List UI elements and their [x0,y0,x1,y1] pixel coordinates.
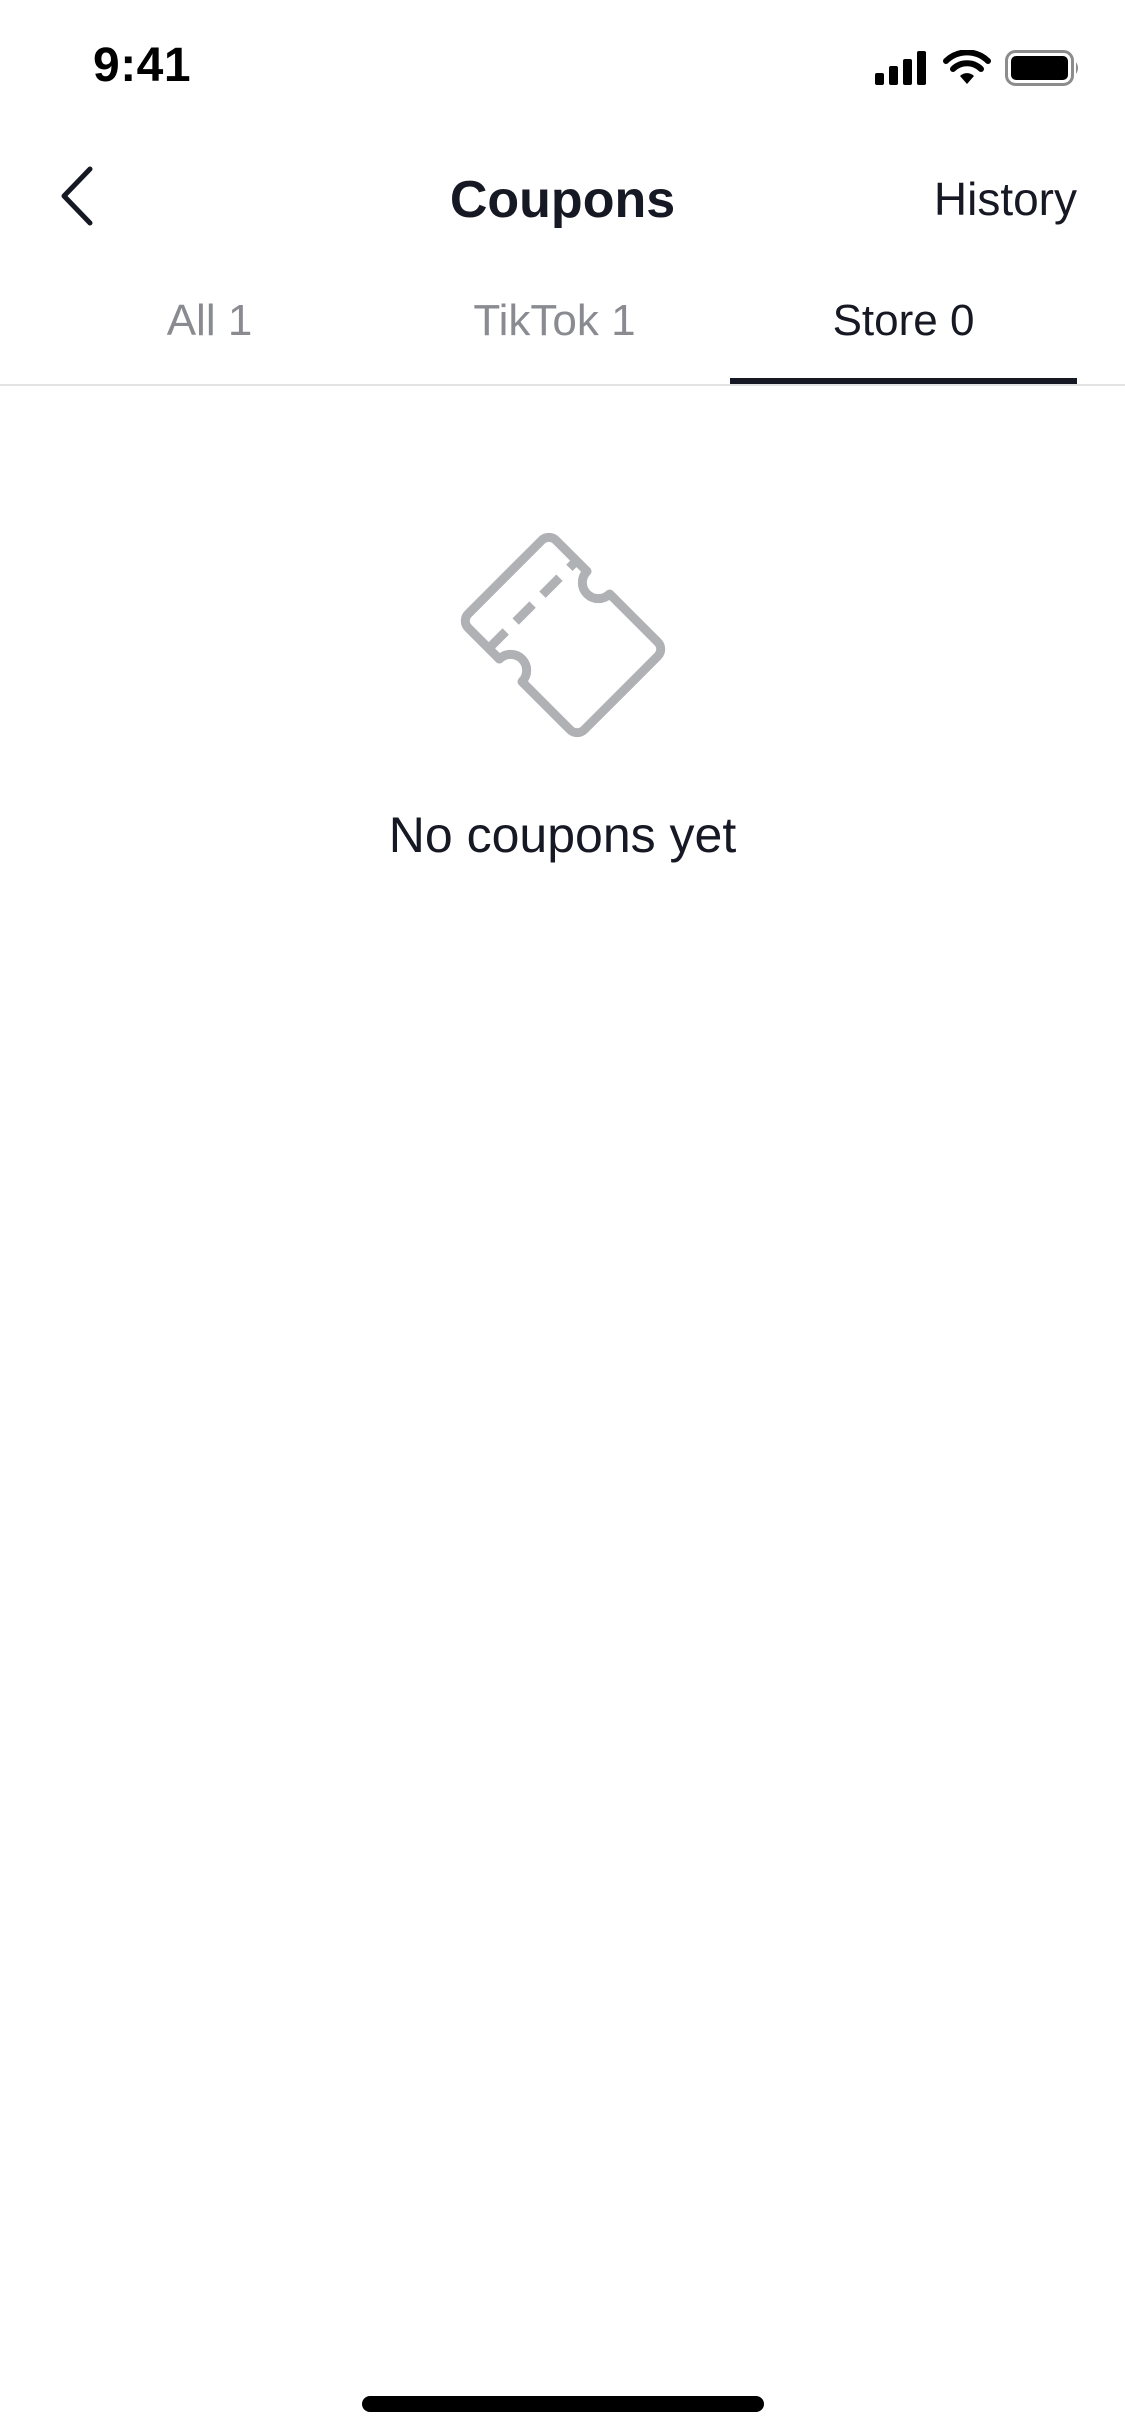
status-icons [875,49,1081,91]
tab-bar: All 1 TikTok 1 Store 0 [0,278,1125,386]
history-button[interactable]: History [934,172,1077,226]
cellular-signal-icon [875,51,929,90]
tab-label: TikTok 1 [473,296,636,345]
tab-label: All 1 [166,296,253,345]
status-bar: 9:41 [0,0,1125,132]
coupon-ticket-icon [0,520,1125,750]
battery-icon [1005,50,1081,91]
wifi-icon [943,49,991,91]
tab-store[interactable]: Store 0 [730,278,1077,384]
tab-all[interactable]: All 1 [37,278,382,382]
nav-bar: Coupons History [0,140,1125,260]
tab-tiktok[interactable]: TikTok 1 [382,278,727,382]
tab-label: Store 0 [832,296,975,345]
home-indicator[interactable] [362,2396,764,2412]
status-time: 9:41 [93,39,192,92]
active-tab-indicator [730,378,1077,384]
empty-state: No coupons yet [0,520,1125,864]
empty-state-message: No coupons yet [388,807,737,863]
